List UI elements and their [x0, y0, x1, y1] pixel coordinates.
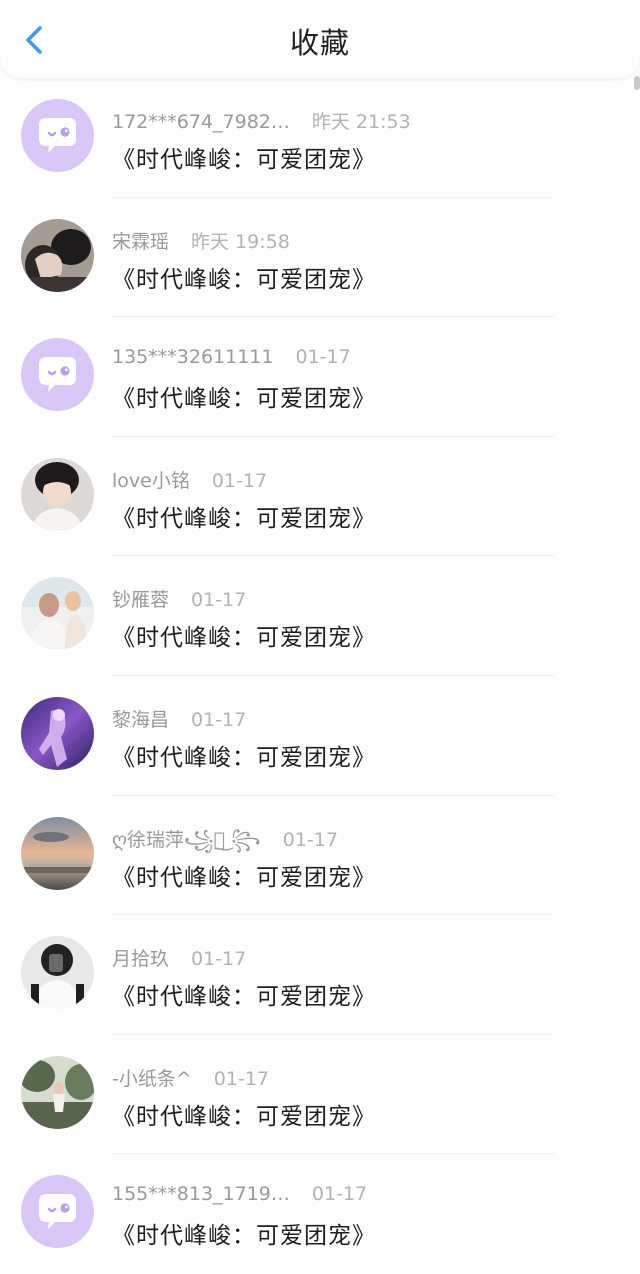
avatar[interactable] [21, 1175, 94, 1249]
user-name: 月拾玖 [112, 948, 170, 971]
list-item[interactable]: 155***813_1719… 01-17 《时代峰峻：可爱团宠》 [0, 1154, 640, 1274]
item-title: 《时代峰峻：可爱团宠》 [112, 147, 376, 173]
list-item[interactable]: 黎海昌 01-17 《时代峰峻：可爱团宠》 [0, 676, 640, 796]
user-photo [21, 457, 94, 531]
user-name: 黎海昌 [112, 708, 170, 731]
user-name: -小纸条^ [112, 1067, 192, 1090]
item-meta: -小纸条^ 01-17 [112, 1064, 269, 1090]
item-meta: 155***813_1719… 01-17 [112, 1183, 367, 1209]
item-title: 《时代峰峻：可爱团宠》 [112, 744, 376, 771]
item-title: 《时代峰峻：可爱团宠》 [112, 984, 376, 1011]
item-title: 《时代峰峻：可爱团宠》 [112, 1103, 376, 1130]
timestamp: 01-17 [311, 1183, 368, 1206]
favorites-list: 172***674_7982… 昨天 21:53 《时代峰峻：可爱团宠》 宋霖瑶昨… [0, 78, 640, 1274]
item-title: 《时代峰峻：可爱团宠》 [112, 386, 376, 413]
timestamp: 01-17 [191, 708, 247, 731]
user-photo [21, 1055, 94, 1129]
default-chat-icon [21, 338, 94, 412]
avatar[interactable] [21, 1055, 94, 1129]
user-photo [21, 696, 94, 770]
user-name: 钞雁蓉 [112, 589, 170, 612]
avatar[interactable] [21, 696, 94, 770]
avatar[interactable] [21, 577, 94, 651]
list-item[interactable]: 172***674_7982… 昨天 21:53 《时代峰峻：可爱团宠》 [0, 78, 640, 198]
avatar[interactable] [21, 457, 94, 531]
item-meta: 宋霖瑶 昨天 19:58 [112, 227, 290, 253]
list-item[interactable]: 135***32611111 01-17 《时代峰峻：可爱团宠》 [0, 317, 640, 437]
avatar[interactable] [21, 218, 94, 292]
user-name: ღ徐瑞萍꧁ঁ͜ ꧂ [112, 828, 261, 851]
item-title: 《时代峰峻：可爱团宠》 [112, 625, 376, 652]
user-photo [21, 577, 94, 651]
avatar[interactable] [21, 936, 94, 1010]
item-meta: 黎海昌 01-17 [112, 705, 246, 731]
item-title: 《时代峰峻：可爱团宠》 [112, 864, 376, 891]
page-title: 收藏 [289, 26, 350, 60]
item-meta: 172***674_7982… 昨天 21:53 [112, 107, 411, 133]
list-item[interactable]: 钞雁蓉 01-17 《时代峰峻：可爱团宠》 [0, 556, 640, 676]
timestamp: 昨天 19:58 [191, 230, 290, 253]
timestamp: 01-17 [213, 1067, 269, 1090]
list-item[interactable]: 月拾玖 01-17 《时代峰峻：可爱团宠》 [0, 915, 640, 1035]
header-bar: 收藏 [0, 0, 640, 78]
avatar[interactable] [21, 816, 94, 890]
item-meta: love小铭 01-17 [112, 466, 267, 492]
timestamp: 01-17 [191, 589, 247, 612]
user-name: love小铭 [112, 469, 190, 492]
user-photo [21, 816, 94, 890]
avatar[interactable] [21, 99, 94, 172]
timestamp: 01-17 [295, 346, 351, 369]
user-name: 135***32611111 [112, 346, 274, 369]
item-title: 《时代峰峻：可爱团宠》 [112, 266, 376, 293]
item-meta: 钞雁蓉 01-17 [112, 585, 246, 611]
avatar[interactable] [21, 338, 94, 412]
user-name: 宋霖瑶 [112, 230, 170, 253]
list-item[interactable]: -小纸条^ 01-17 《时代峰峻：可爱团宠》 [0, 1035, 640, 1155]
list-item[interactable]: love小铭 01-17 《时代峰峻：可爱团宠》 [0, 437, 640, 557]
timestamp: 01-17 [211, 469, 268, 492]
user-name: 172***674_7982… [112, 111, 290, 133]
user-name: 155***813_1719… [112, 1183, 290, 1206]
timestamp: 昨天 21:53 [311, 111, 411, 133]
default-chat-icon [21, 1175, 94, 1249]
item-meta: 月拾玖 01-17 [112, 944, 246, 970]
user-photo [21, 936, 94, 1010]
item-meta: ღ徐瑞萍꧁ঁ͜ ꧂ 01-17 [112, 825, 338, 851]
timestamp: 01-17 [282, 828, 338, 851]
item-title: 《时代峰峻：可爱团宠》 [112, 1223, 376, 1250]
item-title: 《时代峰峻：可爱团宠》 [112, 505, 376, 532]
user-photo [21, 218, 94, 292]
list-item[interactable]: 宋霖瑶 昨天 19:58 《时代峰峻：可爱团宠》 [0, 198, 640, 318]
list-item[interactable]: ღ徐瑞萍꧁ঁ͜ ꧂ 01-17 《时代峰峻：可爱团宠》 [0, 796, 640, 916]
timestamp: 01-17 [191, 948, 247, 971]
default-chat-icon [21, 99, 94, 172]
scrollbar[interactable] [634, 76, 640, 90]
item-meta: 135***32611111 01-17 [112, 346, 351, 372]
